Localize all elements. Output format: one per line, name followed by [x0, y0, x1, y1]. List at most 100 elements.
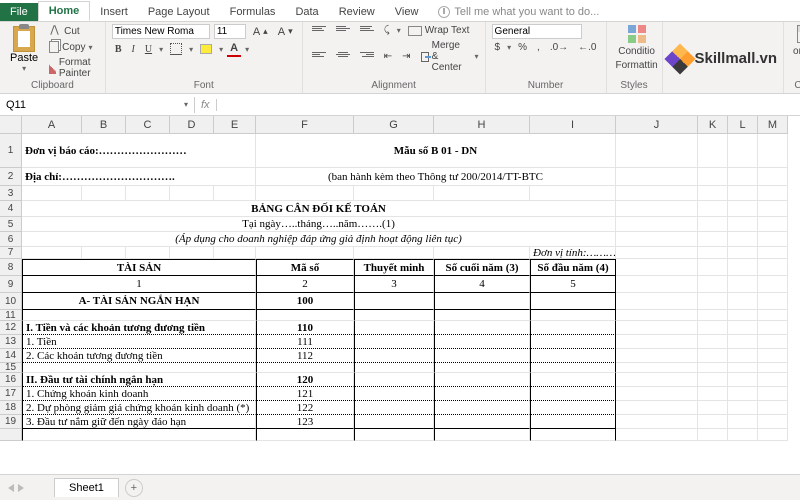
row-header[interactable]: 13 [0, 335, 22, 349]
cell[interactable]: A- TÀI SẢN NGẮN HẠN [22, 293, 256, 310]
column-header[interactable]: M [758, 116, 788, 134]
column-header[interactable]: K [698, 116, 728, 134]
cell[interactable]: 123 [256, 415, 354, 429]
row-header[interactable]: 4 [0, 201, 22, 217]
cell[interactable] [530, 401, 616, 415]
cell[interactable] [728, 232, 758, 247]
row-header[interactable]: 19 [0, 415, 22, 429]
cell[interactable] [698, 310, 728, 321]
cell[interactable] [728, 186, 758, 201]
cell[interactable] [616, 310, 698, 321]
cell[interactable] [530, 293, 616, 310]
accounting-format-button[interactable]: $ [492, 41, 504, 54]
select-all-corner[interactable] [0, 116, 22, 134]
cell[interactable] [22, 186, 82, 201]
row-header[interactable]: 6 [0, 232, 22, 247]
cell[interactable] [22, 363, 256, 373]
border-button[interactable] [167, 42, 185, 56]
cell[interactable]: (Áp dụng cho doanh nghiệp đáp ứng giả đị… [22, 232, 616, 247]
cell[interactable] [728, 373, 758, 387]
cell[interactable] [530, 363, 616, 373]
cell[interactable]: 3 [354, 276, 434, 293]
cell[interactable] [758, 168, 788, 186]
cell[interactable] [698, 373, 728, 387]
cell[interactable] [698, 134, 728, 168]
cell[interactable] [728, 415, 758, 429]
cell[interactable]: BẢNG CÂN ĐỐI KẾ TOÁN [22, 201, 616, 217]
row-header[interactable]: 11 [0, 310, 22, 321]
chevron-down-icon[interactable]: ▾ [184, 100, 188, 109]
cell[interactable]: 3. Đầu tư nắm giữ đến ngày đáo hạn [22, 415, 256, 429]
cell[interactable] [530, 310, 616, 321]
column-header[interactable]: J [616, 116, 698, 134]
cell[interactable]: (ban hành kèm theo Thông tư 200/2014/TT-… [256, 168, 616, 186]
row-header[interactable]: 1 [0, 134, 22, 168]
cell[interactable] [758, 247, 788, 259]
cell[interactable] [530, 373, 616, 387]
cell[interactable]: 112 [256, 349, 354, 363]
cell[interactable] [434, 401, 530, 415]
cell[interactable] [616, 217, 698, 232]
cell[interactable] [616, 401, 698, 415]
cell[interactable] [728, 168, 758, 186]
cell[interactable] [354, 401, 434, 415]
cell[interactable]: I. Tiền và các khoản tương đương tiền [22, 321, 256, 335]
cell[interactable]: Mẫu số B 01 - DN [256, 134, 616, 168]
cell[interactable] [354, 415, 434, 429]
cell[interactable] [256, 186, 354, 201]
cell[interactable]: 1 [22, 276, 256, 293]
column-header[interactable]: G [354, 116, 434, 134]
cell[interactable]: Mã số [256, 259, 354, 276]
decrease-decimal-button[interactable]: ←.0 [575, 41, 599, 54]
cell[interactable] [728, 387, 758, 401]
cell[interactable] [698, 349, 728, 363]
new-sheet-button[interactable]: + [125, 479, 143, 497]
cell[interactable] [698, 321, 728, 335]
cell[interactable] [82, 186, 126, 201]
column-header[interactable]: H [434, 116, 530, 134]
name-box[interactable]: Q11▾ [0, 97, 195, 113]
cell[interactable] [698, 201, 728, 217]
cell[interactable]: 2. Các khoản tương đương tiền [22, 349, 256, 363]
cell[interactable] [758, 310, 788, 321]
cell[interactable] [256, 310, 354, 321]
align-left-button[interactable] [309, 51, 329, 63]
tab-home[interactable]: Home [38, 1, 91, 21]
tab-file[interactable]: File [0, 3, 38, 21]
row-header[interactable]: 15 [0, 363, 22, 373]
cell[interactable]: Tại ngày…..tháng…..năm…….(1) [22, 217, 616, 232]
cell[interactable] [170, 247, 214, 259]
cell[interactable]: 110 [256, 321, 354, 335]
cell[interactable] [434, 293, 530, 310]
copy-button[interactable]: Copy ▾ [46, 40, 95, 54]
cell[interactable] [354, 387, 434, 401]
cell[interactable] [758, 415, 788, 429]
cell[interactable] [354, 321, 434, 335]
font-size-select[interactable] [214, 24, 246, 39]
cell[interactable] [728, 310, 758, 321]
cell[interactable] [616, 259, 698, 276]
cell[interactable] [616, 134, 698, 168]
cell[interactable] [22, 310, 256, 321]
cell[interactable]: 1. Chứng khoán kinh doanh [22, 387, 256, 401]
cell[interactable] [22, 247, 82, 259]
cell[interactable] [354, 186, 434, 201]
cell[interactable] [214, 186, 256, 201]
cell[interactable] [758, 186, 788, 201]
fx-button[interactable]: fx [195, 99, 217, 111]
decrease-indent-button[interactable]: ⇤ [381, 50, 395, 63]
cell[interactable] [616, 335, 698, 349]
cell[interactable]: Địa chỉ:…………………………. [22, 168, 256, 186]
cell[interactable] [698, 247, 728, 259]
cell[interactable] [758, 373, 788, 387]
cell[interactable] [758, 349, 788, 363]
row-header[interactable]: 16 [0, 373, 22, 387]
conditional-formatting-button[interactable]: Conditio Formattin [613, 24, 661, 72]
cell[interactable] [698, 335, 728, 349]
cell[interactable] [758, 276, 788, 293]
column-header[interactable]: L [728, 116, 758, 134]
underline-button[interactable]: U [142, 43, 155, 56]
align-middle-button[interactable] [333, 25, 353, 37]
row-header[interactable]: 9 [0, 276, 22, 293]
cell[interactable] [530, 335, 616, 349]
